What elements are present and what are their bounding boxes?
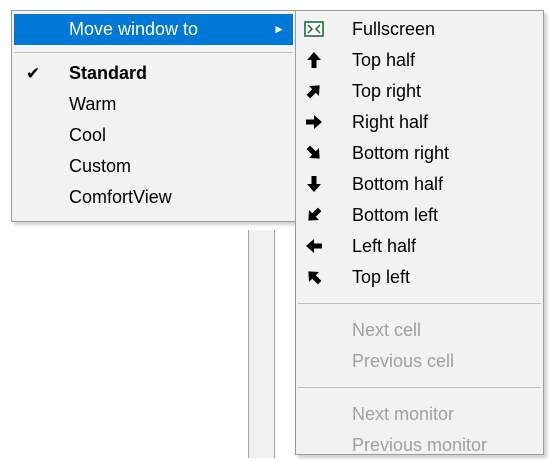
submenu-item-top-right[interactable]: Top right <box>296 76 543 107</box>
submenu-item-fullscreen[interactable]: Fullscreen <box>296 14 543 45</box>
menu-item-warm[interactable]: Warm <box>12 89 295 120</box>
submenu-item-top-half[interactable]: Top half <box>296 45 543 76</box>
submenu-item-right-half[interactable]: Right half <box>296 107 543 138</box>
menu-item-standard[interactable]: ✔ Standard <box>12 58 295 89</box>
checkmark-icon: ✔ <box>26 64 41 83</box>
submenu-item-label: Left half <box>352 236 417 256</box>
submenu-item-bottom-right[interactable]: Bottom right <box>296 138 543 169</box>
submenu-item-next-cell[interactable]: Next cell <box>296 315 543 346</box>
menu-separator <box>14 52 293 53</box>
arrow-up-right-icon <box>304 81 324 101</box>
submenu-item-label: Bottom right <box>352 143 450 163</box>
menu-item-label: Warm <box>69 94 117 114</box>
context-menu: Move window to ► ✔ Standard Warm Cool Cu… <box>11 10 296 222</box>
submenu-item-label: Top left <box>352 267 411 287</box>
menu-item-label: Move window to <box>69 19 199 39</box>
menu-separator <box>298 303 541 304</box>
menu-item-custom[interactable]: Custom <box>12 151 295 182</box>
fullscreen-icon <box>304 19 324 39</box>
menu-separator <box>298 387 541 388</box>
menu-item-label: Standard <box>69 63 148 83</box>
menu-item-label: Custom <box>69 156 132 176</box>
menu-item-label: ComfortView <box>69 187 172 207</box>
submenu-item-top-left[interactable]: Top left <box>296 262 543 293</box>
submenu-item-label: Bottom left <box>352 205 439 225</box>
submenu-item-bottom-left[interactable]: Bottom left <box>296 200 543 231</box>
submenu-item-bottom-half[interactable]: Bottom half <box>296 169 543 200</box>
submenu-item-label: Top right <box>352 81 422 101</box>
arrow-left-icon <box>304 236 324 256</box>
submenu-item-label: Bottom half <box>352 174 444 194</box>
arrow-up-icon <box>304 50 324 70</box>
submenu-item-label: Next monitor <box>352 404 455 424</box>
menu-item-label: Cool <box>69 125 107 145</box>
submenu-item-label: Top half <box>352 50 416 70</box>
menu-item-move-window-to[interactable]: Move window to ► <box>14 14 293 45</box>
arrow-right-icon <box>304 112 324 132</box>
submenu-item-label: Previous cell <box>352 351 455 371</box>
submenu-item-next-monitor[interactable]: Next monitor <box>296 399 543 430</box>
background-window-edge <box>248 230 275 458</box>
submenu-item-left-half[interactable]: Left half <box>296 231 543 262</box>
submenu-item-label: Previous monitor <box>352 435 488 455</box>
arrow-down-right-icon <box>304 143 324 163</box>
submenu-item-label: Fullscreen <box>352 19 436 39</box>
menu-item-cool[interactable]: Cool <box>12 120 295 151</box>
submenu-item-previous-cell[interactable]: Previous cell <box>296 346 543 377</box>
submenu-item-previous-monitor[interactable]: Previous monitor <box>296 430 543 461</box>
move-window-submenu: Fullscreen Top half Top right Right half… <box>295 10 544 455</box>
submenu-item-label: Right half <box>352 112 429 132</box>
menu-item-comfortview[interactable]: ComfortView <box>12 182 295 213</box>
arrow-up-left-icon <box>304 267 324 287</box>
arrow-down-icon <box>304 174 324 194</box>
arrow-down-left-icon <box>304 205 324 225</box>
submenu-item-label: Next cell <box>352 320 422 340</box>
submenu-arrow-icon: ► <box>273 22 285 36</box>
